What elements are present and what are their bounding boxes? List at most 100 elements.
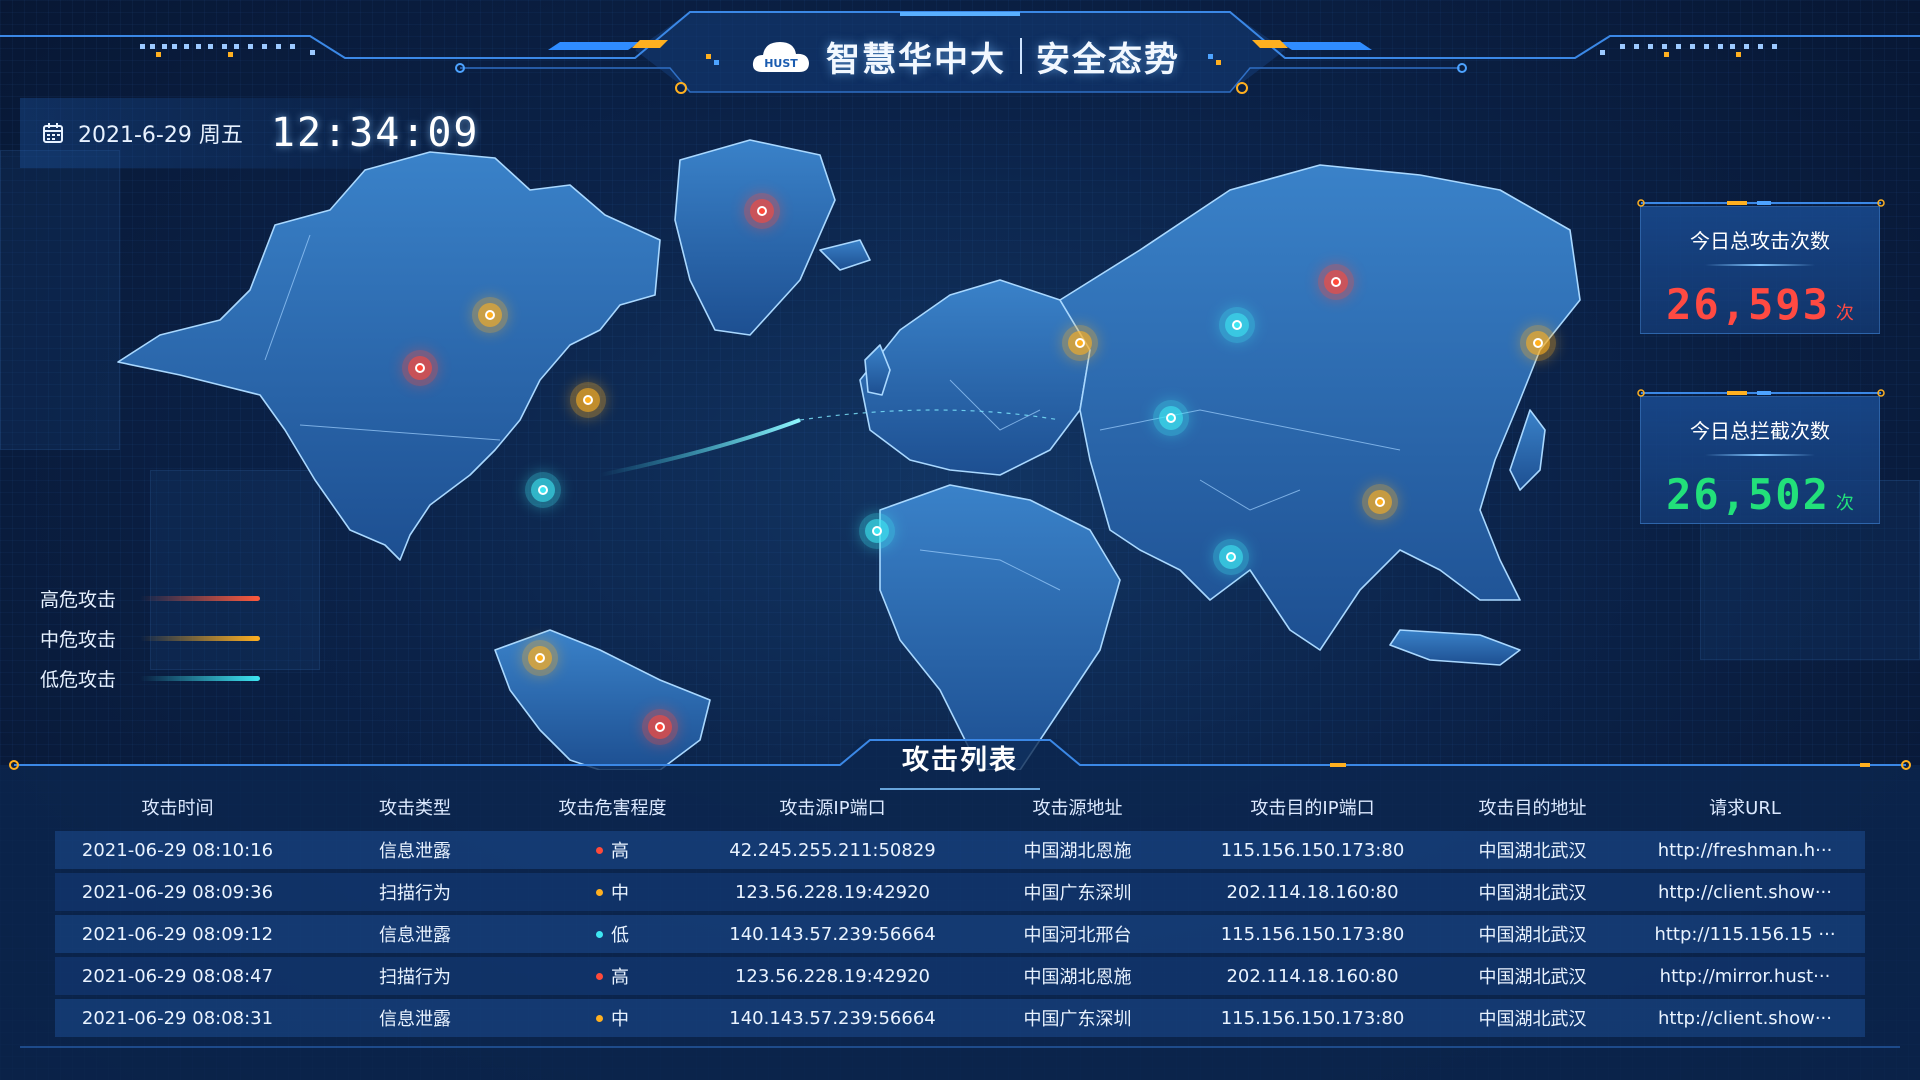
legend-label: 高危攻击: [40, 588, 117, 611]
cell-severity: 高: [530, 963, 695, 989]
stat-divider: [1705, 264, 1815, 266]
island-indonesia: [1389, 629, 1521, 666]
severity-label: 低: [611, 925, 629, 946]
cell-request-url[interactable]: http://client.show···: [1625, 882, 1865, 903]
column-header: 攻击危害程度: [558, 798, 667, 819]
attack-beam: [599, 418, 801, 477]
legend-item-mid: 中危攻击: [40, 618, 260, 658]
cell-request-url[interactable]: http://freshman.h···: [1625, 840, 1865, 861]
severity-dot-icon: [596, 846, 603, 854]
stat-total-blocked: 今日总拦截次数 26,502 次: [1637, 389, 1885, 524]
continent-greenland: [674, 139, 836, 336]
attack-marker-low[interactable]: [1217, 305, 1257, 345]
attack-marker-low[interactable]: [523, 470, 563, 510]
cell-target-address: 中国湖北武汉: [1478, 883, 1587, 904]
legend-item-high: 高危攻击: [40, 578, 260, 618]
cell-source-address: 中国广东深圳: [1023, 883, 1132, 904]
cell-type: 信息泄露: [379, 1009, 451, 1030]
card-decoration: [1637, 389, 1885, 397]
table-row[interactable]: 2021-06-29 08:08:31 信息泄露 中 140.143.57.239:5…: [55, 999, 1865, 1037]
stat-divider: [1705, 454, 1815, 456]
severity-dot-icon: [596, 888, 603, 896]
column-header: 攻击类型: [379, 798, 451, 819]
legend-swatch-high: [140, 595, 260, 601]
legend-label: 中危攻击: [40, 628, 117, 651]
calendar-icon: [43, 123, 63, 143]
continent-north-america: [117, 151, 661, 561]
attack-marker-mid[interactable]: [470, 295, 510, 335]
cell-source-ip: 123.56.228.19:42920: [734, 881, 930, 903]
cell-target-ip: 115.156.150.173:80: [1220, 1007, 1405, 1029]
attack-marker-low[interactable]: [1151, 398, 1191, 438]
title-divider: [1020, 38, 1022, 74]
cell-time: 2021-06-29 08:08:31: [81, 1007, 274, 1029]
cell-request-url[interactable]: http://mirror.hust···: [1625, 966, 1865, 987]
cell-source-ip: 140.143.57.239:56664: [729, 923, 936, 945]
stat-unit: 次: [1835, 303, 1854, 324]
cell-request-url[interactable]: http://client.show···: [1625, 1008, 1865, 1029]
attack-marker-low[interactable]: [857, 511, 897, 551]
cell-severity: 低: [530, 921, 695, 947]
header-bar: HUST 智慧华中大 安全态势: [0, 0, 1920, 110]
cell-target-address: 中国湖北武汉: [1478, 841, 1587, 862]
table-header-row: 攻击时间 攻击类型 攻击危害程度 攻击源IP端口 攻击源地址 攻击目的IP端口 …: [55, 787, 1865, 827]
island-japan: [1509, 409, 1546, 491]
column-header: 攻击源地址: [1032, 798, 1123, 819]
page-title: HUST 智慧华中大 安全态势: [730, 30, 1200, 82]
title-section: 安全态势: [1036, 39, 1180, 80]
cell-severity: 中: [530, 1005, 695, 1031]
cell-severity: 中: [530, 879, 695, 905]
cell-target-address: 中国湖北武汉: [1478, 925, 1587, 946]
continent-africa: [879, 484, 1121, 770]
attack-marker-mid[interactable]: [568, 380, 608, 420]
cell-type: 扫描行为: [379, 967, 451, 988]
table-row[interactable]: 2021-06-29 08:10:16 信息泄露 高 42.245.255.211:5…: [55, 831, 1865, 869]
cell-target-ip: 202.114.18.160:80: [1226, 965, 1399, 987]
attack-marker-high[interactable]: [742, 191, 782, 231]
column-header: 攻击目的地址: [1478, 798, 1587, 819]
severity-label: 中: [611, 883, 629, 904]
column-header: 攻击时间: [141, 798, 214, 819]
attack-marker-mid[interactable]: [1518, 323, 1558, 363]
cell-source-address: 中国河北邢台: [1023, 925, 1132, 946]
cell-target-address: 中国湖北武汉: [1478, 967, 1587, 988]
attack-marker-low[interactable]: [1211, 537, 1251, 577]
stat-value: 26,502: [1666, 470, 1830, 519]
table-row[interactable]: 2021-06-29 08:09:36 扫描行为 中 123.56.228.19:42…: [55, 873, 1865, 911]
severity-label: 高: [611, 841, 629, 862]
cell-source-address: 中国湖北恩施: [1023, 841, 1132, 862]
stat-label: 今日总攻击次数: [1690, 229, 1830, 253]
cell-source-address: 中国湖北恩施: [1023, 967, 1132, 988]
column-header: 请求URL: [1709, 798, 1781, 819]
cell-severity: 高: [530, 837, 695, 863]
attack-marker-high[interactable]: [1316, 262, 1356, 302]
cell-target-address: 中国湖北武汉: [1478, 1009, 1587, 1030]
column-header: 攻击目的IP端口: [1250, 798, 1375, 819]
logo-text: HUST: [764, 57, 798, 70]
cell-time: 2021-06-29 08:09:36: [81, 881, 274, 903]
attack-marker-mid[interactable]: [1360, 482, 1400, 522]
hust-cloud-logo: HUST: [750, 34, 812, 78]
table-title: 攻击列表: [902, 745, 1018, 776]
cell-target-ip: 115.156.150.173:80: [1220, 839, 1405, 861]
continent-asia: [1059, 164, 1581, 651]
continent-europe: [859, 279, 1091, 476]
cell-type: 信息泄露: [379, 841, 451, 862]
severity-label: 高: [611, 967, 629, 988]
attack-marker-mid[interactable]: [1060, 323, 1100, 363]
island-iceland: [819, 239, 871, 271]
card-decoration: [1637, 199, 1885, 207]
legend-item-low: 低危攻击: [40, 658, 260, 698]
attack-marker-mid[interactable]: [520, 638, 560, 678]
table-row[interactable]: 2021-06-29 08:08:47 扫描行为 高 123.56.228.19:42…: [55, 957, 1865, 995]
cell-type: 扫描行为: [379, 883, 451, 904]
attack-marker-high[interactable]: [400, 348, 440, 388]
cell-request-url[interactable]: http://115.156.15 ···: [1625, 924, 1865, 945]
table-row[interactable]: 2021-06-29 08:09:12 信息泄露 低 140.143.57.239:5…: [55, 915, 1865, 953]
legend-label: 低危攻击: [40, 668, 117, 691]
severity-label: 中: [611, 1009, 629, 1030]
cell-source-ip: 123.56.228.19:42920: [734, 965, 930, 987]
severity-dot-icon: [596, 972, 603, 980]
cell-time: 2021-06-29 08:10:16: [81, 839, 274, 861]
cell-target-ip: 115.156.150.173:80: [1220, 923, 1405, 945]
